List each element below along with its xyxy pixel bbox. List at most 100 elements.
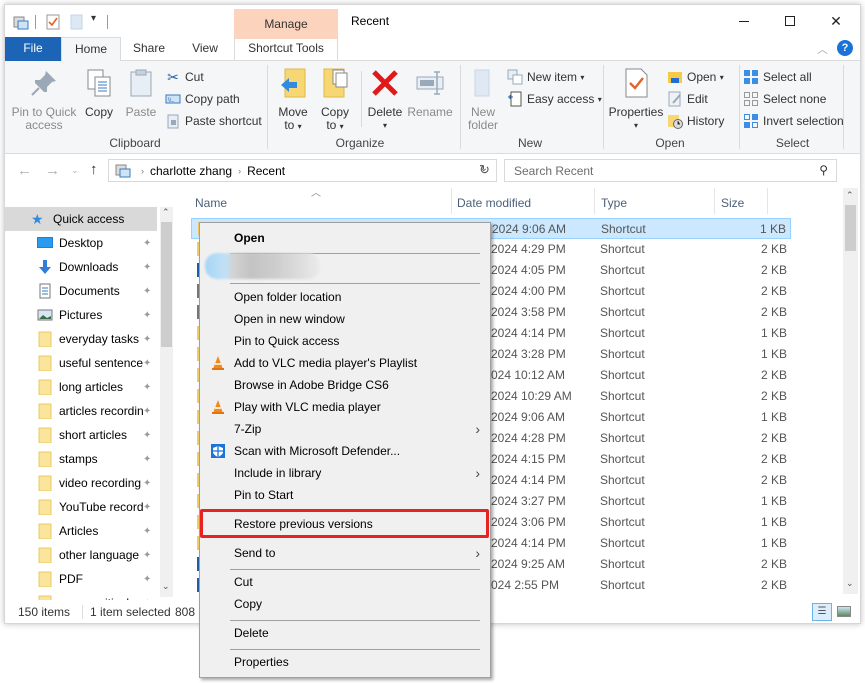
svg-text:\\..: \\.. xyxy=(168,98,175,104)
sidebar-item-articles-recordin[interactable]: articles recordin ✦ xyxy=(5,399,157,423)
menu-item-properties[interactable]: Properties xyxy=(200,651,490,673)
tab-home[interactable]: Home xyxy=(61,37,121,62)
up-button[interactable]: ↑ xyxy=(90,161,98,178)
easy-access-button[interactable]: Easy access ▾ xyxy=(507,89,602,109)
pinned-icon: ✦ xyxy=(143,453,152,465)
copy-button[interactable]: Copy xyxy=(81,67,117,119)
sidebar-item-long-articles[interactable]: long articles ✦ xyxy=(5,375,157,399)
large-icons-view-button[interactable] xyxy=(837,606,851,617)
menu-item-play-with-vlc-media-player[interactable]: Play with VLC media player xyxy=(200,396,490,418)
column-separator[interactable] xyxy=(767,188,768,214)
menu-item-pin-to-quick-access[interactable]: Pin to Quick access xyxy=(200,330,490,352)
refresh-button[interactable]: ↻ xyxy=(479,162,490,178)
properties-icon xyxy=(625,68,648,98)
sidebar-item-stamps[interactable]: stamps ✦ xyxy=(5,447,157,471)
properties-qat-icon[interactable] xyxy=(13,14,29,30)
file-scroll-thumb[interactable] xyxy=(845,205,856,251)
sidebar-item-pdf[interactable]: PDF ✦ xyxy=(5,567,157,591)
menu-item-7-zip[interactable]: 7-Zip › xyxy=(200,418,490,440)
menu-item-open-folder-location[interactable]: Open folder location xyxy=(200,286,490,308)
redacted-menu-item[interactable] xyxy=(205,253,320,279)
pin-to-quick-access-button[interactable]: Pin to Quick access xyxy=(9,67,79,132)
column-header-date-modified[interactable]: Date modified xyxy=(457,192,531,214)
help-icon[interactable]: ? xyxy=(837,40,853,56)
invert-selection-button[interactable]: Invert selection xyxy=(743,111,844,131)
menu-item-send-to[interactable]: Send to › xyxy=(200,542,490,564)
scroll-down-icon[interactable]: ⌄ xyxy=(162,581,170,592)
recent-locations-dropdown-icon[interactable]: ⌄ xyxy=(71,165,79,176)
cut-button[interactable]: ✂ Cut xyxy=(165,67,204,87)
sidebar-item-quick-access[interactable]: ★ Quick access xyxy=(5,207,157,231)
sidebar-scroll-thumb[interactable] xyxy=(161,222,172,347)
sidebar-item-documents[interactable]: Documents ✦ xyxy=(5,279,157,303)
history-button[interactable]: History xyxy=(667,111,724,131)
sidebar-item-articles[interactable]: Articles ✦ xyxy=(5,519,157,543)
sidebar-item-everyday-tasks[interactable]: everyday tasks ✦ xyxy=(5,327,157,351)
menu-item-copy[interactable]: Copy xyxy=(200,593,490,615)
scroll-down-icon[interactable]: ⌄ xyxy=(846,578,854,589)
tab-file[interactable]: File xyxy=(5,37,61,61)
sidebar-item-youtube-record[interactable]: YouTube record ✦ xyxy=(5,495,157,519)
sidebar-item-pictures[interactable]: Pictures ✦ xyxy=(5,303,157,327)
scroll-up-icon[interactable]: ⌃ xyxy=(162,207,170,218)
sidebar-scrollbar[interactable]: ⌃ ⌄ xyxy=(160,207,173,597)
sidebar-item-short-articles[interactable]: short articles ✦ xyxy=(5,423,157,447)
file-list-scrollbar[interactable]: ⌃ ⌄ xyxy=(843,188,858,594)
new-folder-button[interactable]: New folder xyxy=(463,67,503,132)
move-to-button[interactable]: Move to ▾ xyxy=(273,67,313,133)
column-header-size[interactable]: Size xyxy=(721,192,744,214)
rename-button[interactable]: Rename xyxy=(407,67,453,119)
tab-shortcut-tools[interactable]: Shortcut Tools xyxy=(234,37,338,61)
sidebar-item-useful-sentence[interactable]: useful sentence ✦ xyxy=(5,351,157,375)
column-separator[interactable] xyxy=(594,188,595,214)
select-all-button[interactable]: Select all xyxy=(743,67,812,87)
sidebar-item-video-recording[interactable]: video recording ✦ xyxy=(5,471,157,495)
copy-to-button[interactable]: Copy to ▾ xyxy=(315,67,355,133)
column-separator[interactable] xyxy=(714,188,715,214)
search-icon: ⚲ xyxy=(819,163,828,177)
details-view-button[interactable]: ☰ xyxy=(812,603,832,621)
back-button[interactable]: ← xyxy=(17,162,32,179)
search-input[interactable]: Search Recent ⚲ xyxy=(504,159,837,182)
menu-item-pin-to-start[interactable]: Pin to Start xyxy=(200,484,490,506)
properties-button[interactable]: Properties ▾ xyxy=(607,67,665,132)
tab-view[interactable]: View xyxy=(177,37,233,61)
close-button[interactable]: ✕ xyxy=(813,5,859,37)
menu-item-open[interactable]: Open xyxy=(200,227,490,249)
column-header-name[interactable]: Name xyxy=(195,192,227,214)
breadcrumb-charlotte-zhang[interactable]: charlotte zhang xyxy=(150,164,232,178)
minimize-button[interactable] xyxy=(721,5,767,37)
sidebar-item-desktop[interactable]: Desktop ✦ xyxy=(5,231,157,255)
address-box[interactable]: › charlotte zhang › Recent ⌄ xyxy=(108,159,497,182)
menu-item-add-to-vlc-media-player-s-playlist[interactable]: Add to VLC media player's Playlist xyxy=(200,352,490,374)
tab-share[interactable]: Share xyxy=(121,37,177,61)
menu-item-cut[interactable]: Cut xyxy=(200,571,490,593)
scroll-up-icon[interactable]: ⌃ xyxy=(846,190,854,201)
column-header-type[interactable]: Type xyxy=(601,192,627,214)
paste-shortcut-button[interactable]: Paste shortcut xyxy=(165,111,262,131)
maximize-button[interactable] xyxy=(767,5,813,37)
sidebar-item-other-language[interactable]: other language ✦ xyxy=(5,543,157,567)
sidebar-item-downloads[interactable]: Downloads ✦ xyxy=(5,255,157,279)
forward-button[interactable]: → xyxy=(45,162,60,179)
menu-item-delete[interactable]: Delete xyxy=(200,622,490,644)
breadcrumb-recent[interactable]: Recent xyxy=(247,164,285,178)
menu-item-scan-with-microsoft-defender[interactable]: Scan with Microsoft Defender... xyxy=(200,440,490,462)
column-separator[interactable] xyxy=(451,188,452,214)
menu-item-open-in-new-window[interactable]: Open in new window xyxy=(200,308,490,330)
menu-item-browse-in-adobe-bridge-cs6[interactable]: Browse in Adobe Bridge CS6 xyxy=(200,374,490,396)
delete-button[interactable]: Delete ▾ xyxy=(365,67,405,132)
select-none-button[interactable]: Select none xyxy=(743,89,826,109)
copy-path-button[interactable]: \\.. Copy path xyxy=(165,89,240,109)
new-folder-qat-icon[interactable] xyxy=(69,14,85,30)
checkmark-document-qat-icon[interactable] xyxy=(45,14,61,30)
file-size: 1 KB xyxy=(760,494,787,508)
collapse-ribbon-icon[interactable]: ︿ xyxy=(817,41,828,57)
customize-qat-dropdown-icon[interactable]: ▾ xyxy=(91,13,96,24)
paste-button[interactable]: Paste xyxy=(123,67,159,119)
new-item-button[interactable]: New item ▾ xyxy=(507,67,584,87)
menu-item-include-in-library[interactable]: Include in library › xyxy=(200,462,490,484)
edit-button[interactable]: Edit xyxy=(667,89,708,109)
sidebar-item-errore-critical-p[interactable]: errore-critical-p✦ xyxy=(5,591,157,600)
open-button[interactable]: Open ▾ xyxy=(667,67,724,87)
